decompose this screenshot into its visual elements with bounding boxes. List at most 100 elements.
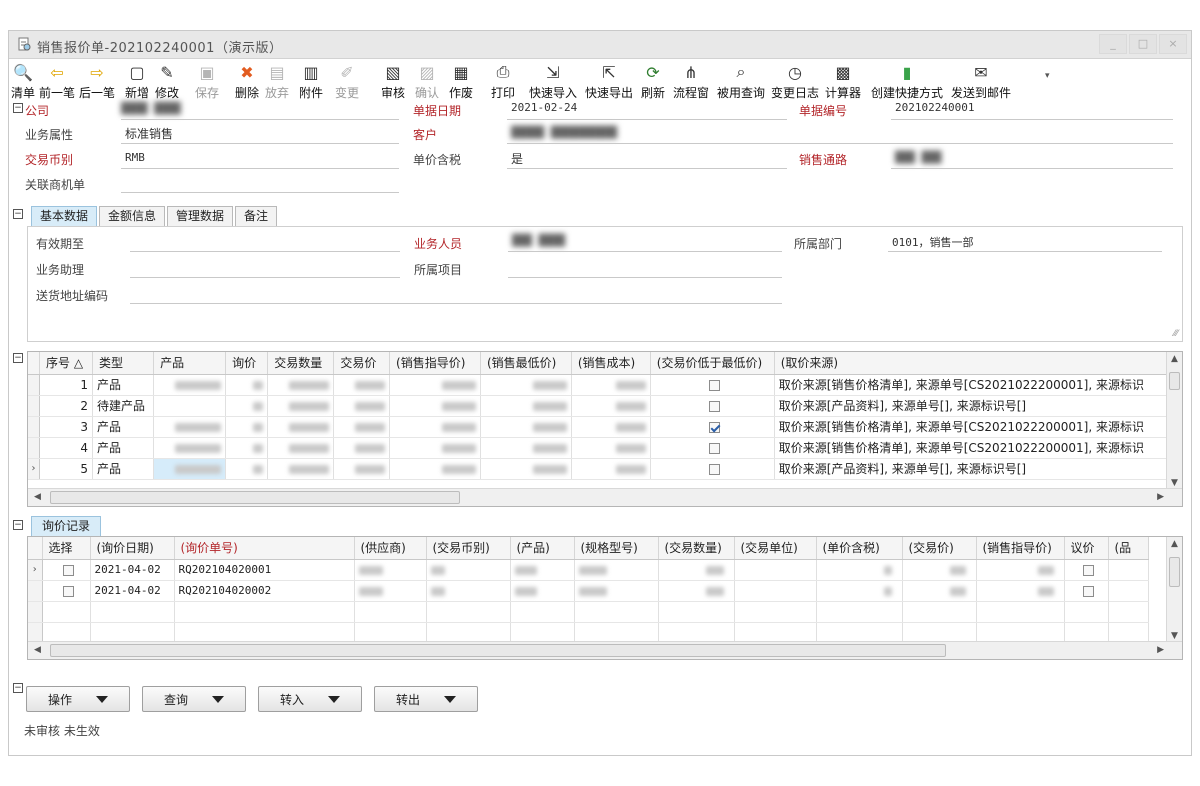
inquiry-column-header[interactable]: (单价含税) [816,537,903,560]
detail-cell[interactable] [480,374,572,396]
detail-cell[interactable] [225,395,269,417]
inquiry-cell[interactable]: 2021-04-02 [90,580,175,602]
bargain-checkbox[interactable] [1082,585,1094,597]
scroll-right-icon[interactable]: ▶ [1157,492,1164,502]
toolbar-refresh-button[interactable]: ⟳ 刷新 [641,62,665,102]
table-row[interactable]: 4 产品 取价来源[销售价格清单], 来源单号[CS2021022200001], … [28,437,1182,459]
below-min-checkbox[interactable] [708,421,720,433]
toolbar-list-search-button[interactable]: 🔍 清单 [11,62,35,102]
detail-cell[interactable] [571,458,651,480]
inquiry-cell[interactable] [902,559,977,581]
row-header[interactable]: › [28,458,41,480]
inquiry-column-header[interactable]: (询价日期) [90,537,175,560]
detail-cell[interactable] [225,374,269,396]
detail-column-header[interactable]: 产品 [153,352,227,375]
inquiry-cell[interactable] [658,601,735,623]
toolbar-arrow-left-button[interactable]: ⇦ 前一笔 [39,62,75,102]
inquiry-cell[interactable] [426,601,511,623]
toolbar-edit-button[interactable]: ✎ 修改 [155,62,179,102]
doc-date-field[interactable] [507,119,787,120]
inquiry-cell[interactable] [976,601,1065,623]
inquiry-cell[interactable] [816,580,903,602]
inquiry-cell[interactable] [816,622,903,644]
inquiry-column-header[interactable]: 议价 [1064,537,1109,560]
table-row[interactable] [28,622,1149,644]
row-header[interactable] [28,374,41,396]
inquiry-cell[interactable] [976,622,1065,644]
valid-until-field[interactable] [130,251,400,252]
detail-vscroll[interactable]: ▲ ▼ [1166,352,1182,490]
row-header[interactable]: › [28,559,43,581]
row-header[interactable] [28,395,41,417]
inquiry-cell[interactable] [734,622,817,644]
inquiry-cell[interactable] [354,622,427,644]
detail-column-header[interactable]: (交易价低于最低价) [650,352,775,375]
detail-cell[interactable] [333,374,391,396]
below-min-checkbox[interactable] [708,400,720,412]
toolbar-print-button[interactable]: ⎙ 打印 [491,62,515,102]
detail-cell[interactable] [153,437,227,459]
tab-inquiry-record[interactable]: 询价记录 [31,516,102,536]
transfer-out-menu-button[interactable]: 转出 [374,686,478,712]
detail-cell[interactable] [267,395,335,417]
inquiry-collapse-toggle[interactable]: − [13,520,23,530]
inquiry-cell[interactable] [90,622,175,644]
table-row[interactable] [28,601,1149,623]
detail-column-header[interactable]: 序号 △ [39,352,93,375]
detail-cell[interactable] [153,458,227,480]
tax-included-field[interactable] [507,168,787,169]
row-header[interactable] [28,601,43,623]
inquiry-column-header[interactable]: (品 [1108,537,1149,560]
detail-hscroll[interactable]: ◀ ▶ [28,488,1182,506]
inquiry-cell[interactable] [90,601,175,623]
row-type[interactable]: 产品 [92,374,155,396]
detail-column-header[interactable]: 交易价 [333,352,391,375]
detail-cell[interactable] [333,395,391,417]
minimize-button[interactable]: _ [1099,34,1127,54]
detail-column-header[interactable]: (取价来源) [774,352,1182,375]
opportunity-field[interactable] [121,192,399,193]
select-checkbox[interactable] [62,564,74,576]
detail-column-header[interactable]: 类型 [92,352,155,375]
toolbar-calculator-button[interactable]: ▩ 计算器 [825,62,861,102]
inquiry-column-header[interactable]: (询价单号) [174,537,355,560]
detail-cell[interactable] [480,416,572,438]
inquiry-cell[interactable] [976,559,1065,581]
inquiry-cell[interactable] [174,622,355,644]
inquiry-cell[interactable] [1064,601,1109,623]
inquiry-cell[interactable] [426,622,511,644]
table-row[interactable]: 2 待建产品 取价来源[产品资料], 来源单号[], 来源标识号[] [28,395,1182,417]
inquiry-cell[interactable]: 2021-04-02 [90,559,175,581]
below-min-checkbox[interactable] [708,379,720,391]
detail-column-header[interactable]: (销售最低价) [480,352,572,375]
project-field[interactable] [508,277,782,278]
inquiry-cell[interactable] [976,580,1065,602]
row-type[interactable]: 待建产品 [92,395,155,417]
address-code-field[interactable] [130,303,782,304]
toolbar-audit-button[interactable]: ▧ 审核 [381,62,405,102]
detail-cell[interactable] [333,416,391,438]
inquiry-column-header[interactable]: (交易单位) [734,537,817,560]
toolbar-void-button[interactable]: ▦ 作废 [449,62,473,102]
tab-remarks[interactable]: 备注 [235,206,278,226]
detail-cell[interactable] [571,395,651,417]
inquiry-cell[interactable] [574,580,659,602]
inquiry-cell[interactable] [734,601,817,623]
inquiry-cell[interactable] [42,622,91,644]
query-menu-button[interactable]: 查询 [142,686,246,712]
row-type[interactable]: 产品 [92,416,155,438]
detail-cell[interactable] [389,458,481,480]
row-header[interactable] [28,437,41,459]
company-field[interactable] [121,119,399,120]
inquiry-column-header[interactable]: (交易币别) [426,537,511,560]
inquiry-column-header[interactable]: (交易价) [902,537,977,560]
inquiry-cell[interactable] [574,622,659,644]
inquiry-vscroll[interactable]: ▲ ▼ [1166,537,1182,643]
scroll-up-icon[interactable]: ▲ [1171,354,1178,364]
scroll-left-icon[interactable]: ◀ [34,645,41,655]
detail-cell[interactable] [480,395,572,417]
detail-cell[interactable] [333,437,391,459]
detail-cell[interactable] [225,458,269,480]
inquiry-cell[interactable] [902,601,977,623]
bargain-checkbox[interactable] [1082,564,1094,576]
